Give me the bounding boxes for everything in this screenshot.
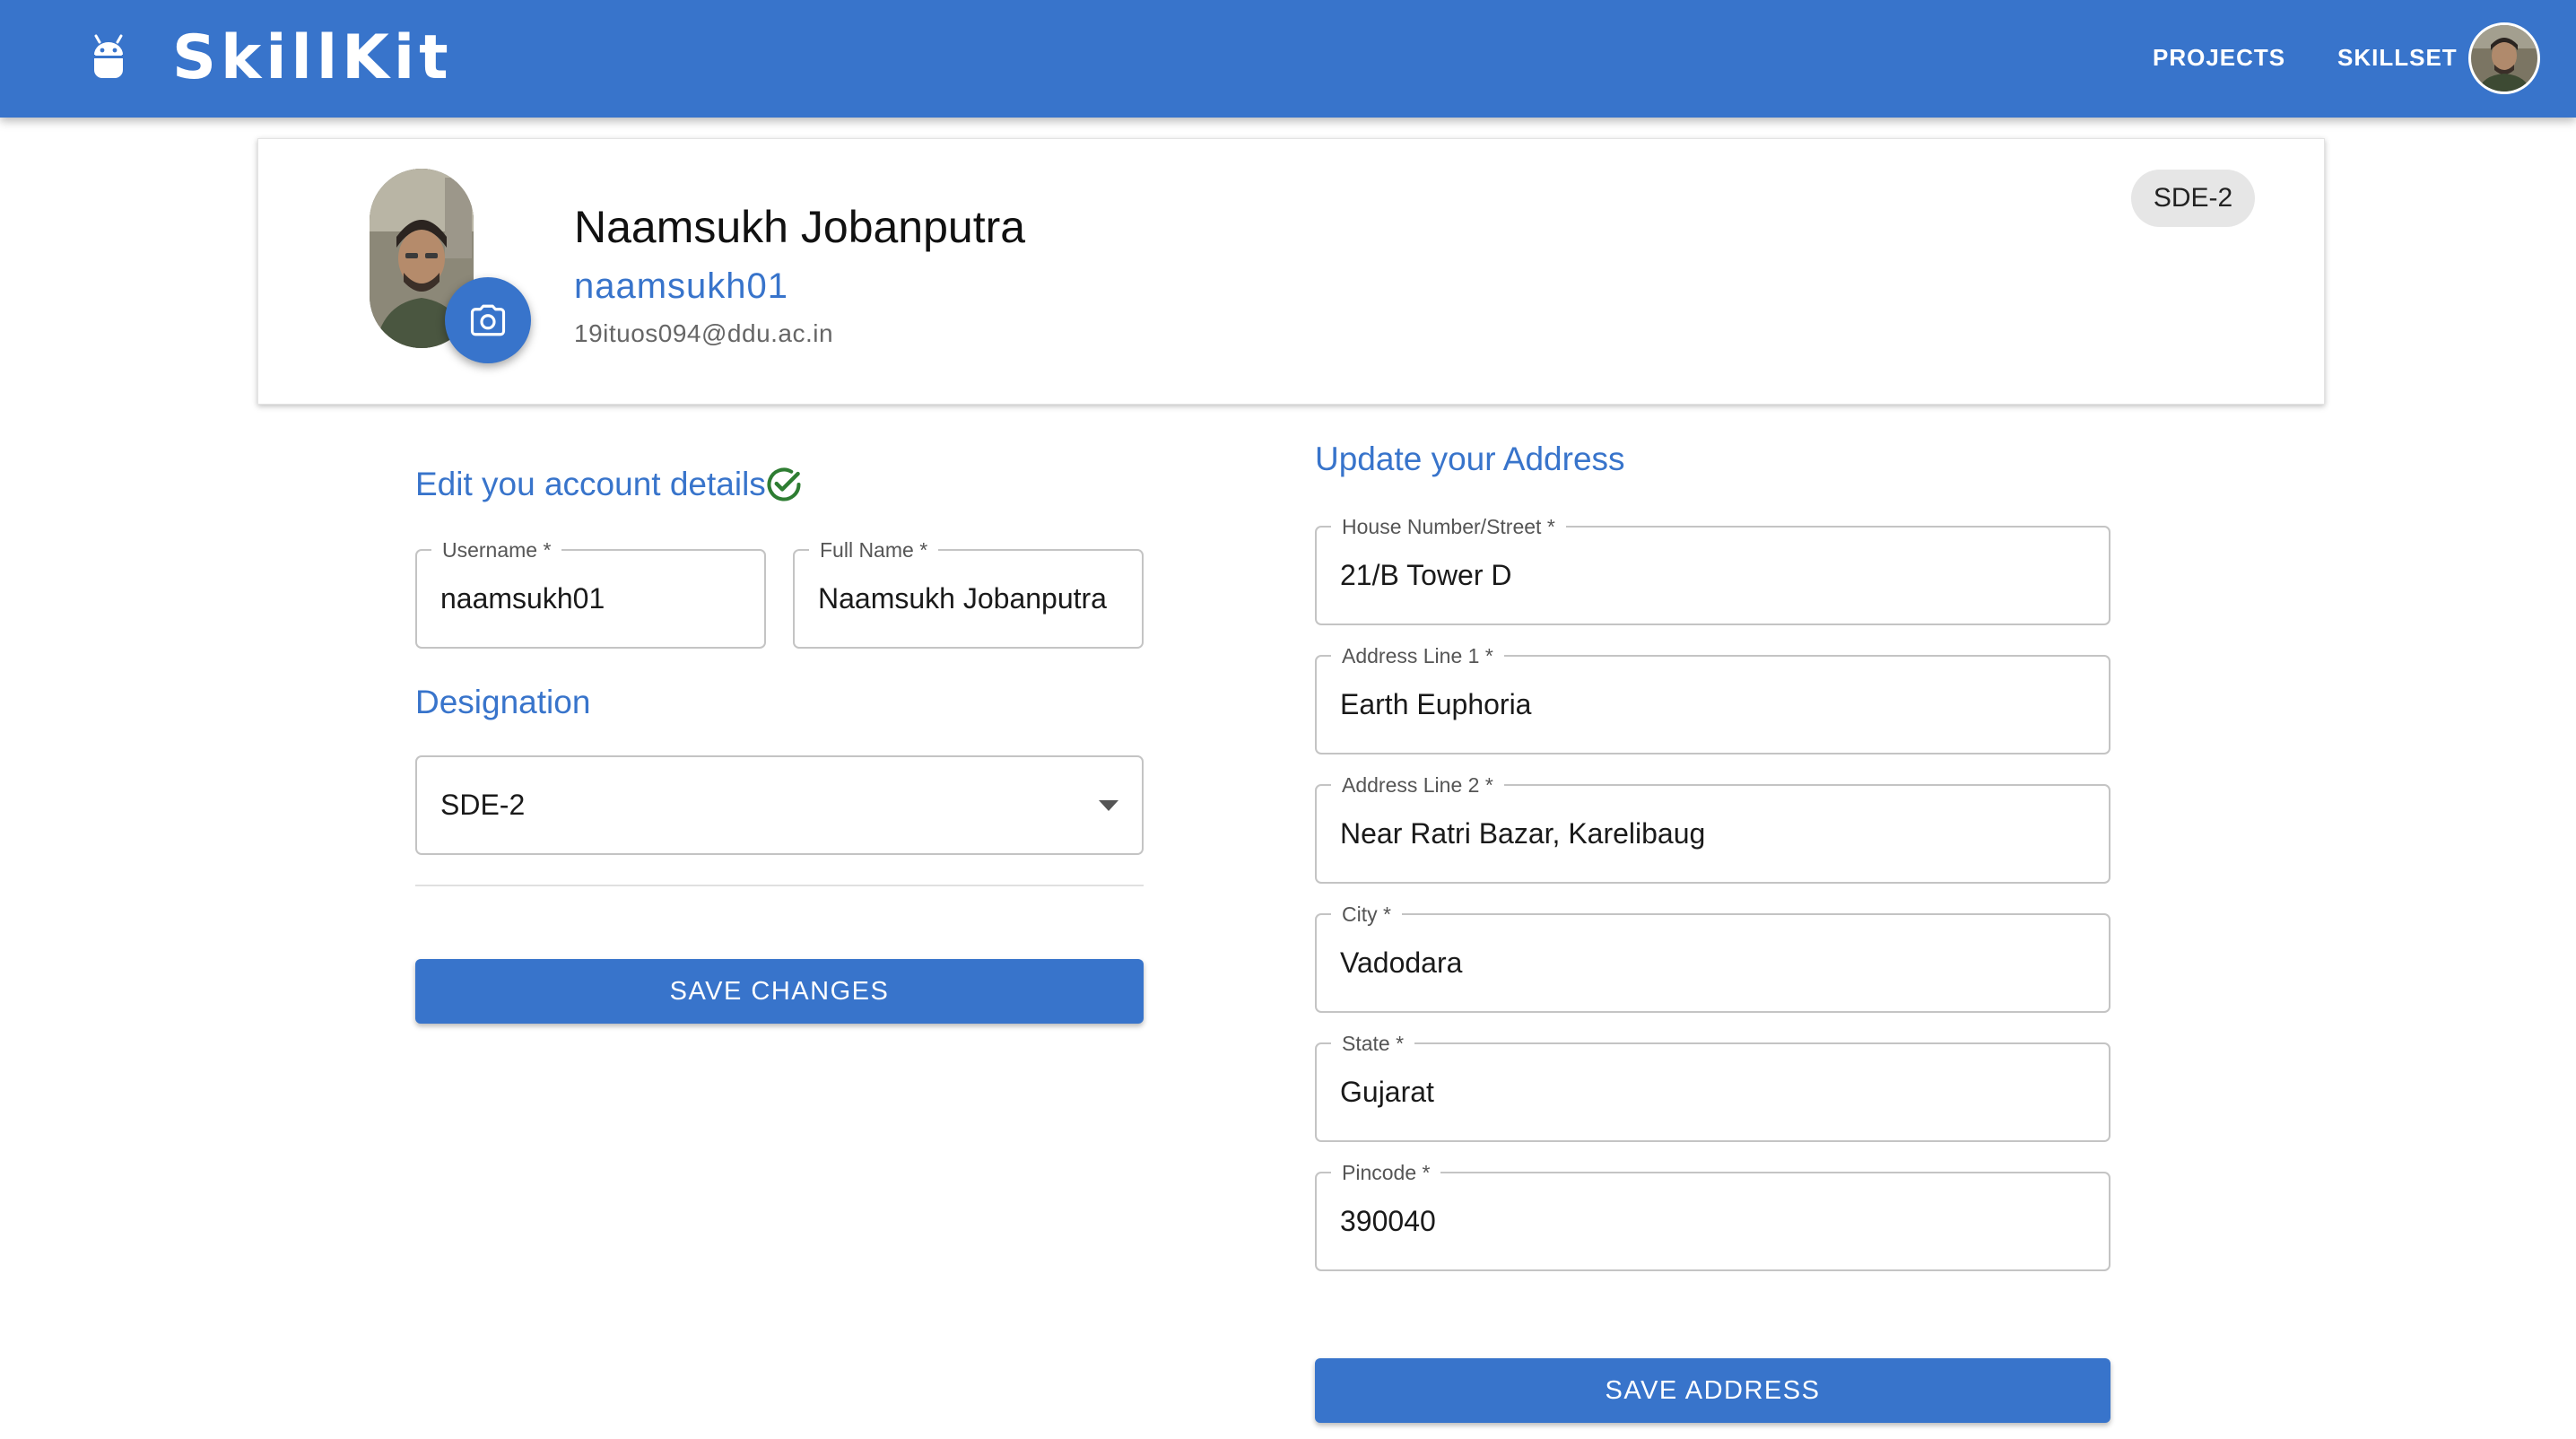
nav-skillset-link[interactable]: SKILLSET bbox=[2337, 42, 2458, 73]
avatar-photo bbox=[2471, 25, 2537, 92]
fullname-value[interactable]: Naamsukh Jobanputra bbox=[818, 551, 1107, 647]
address-line2-value[interactable]: Near Ratri Bazar, Karelibaug bbox=[1340, 786, 1705, 882]
designation-chip: SDE-2 bbox=[2131, 170, 2255, 227]
address-line2-field[interactable]: Address Line 2 * Near Ratri Bazar, Karel… bbox=[1315, 772, 2110, 884]
brand-name[interactable]: SkillKit bbox=[172, 23, 453, 93]
house-street-value[interactable]: 21/B Tower D bbox=[1340, 528, 1512, 624]
save-address-button[interactable]: SAVE ADDRESS bbox=[1315, 1358, 2110, 1423]
designation-value[interactable]: SDE-2 bbox=[440, 757, 525, 853]
address-line1-value[interactable]: Earth Euphoria bbox=[1340, 657, 1531, 753]
fullname-field[interactable]: Full Name * Naamsukh Jobanputra bbox=[793, 537, 1144, 649]
house-street-field[interactable]: House Number/Street * 21/B Tower D bbox=[1315, 514, 2110, 625]
pincode-field[interactable]: Pincode * 390040 bbox=[1315, 1160, 2110, 1271]
designation-select[interactable]: SDE-2 bbox=[415, 755, 1144, 855]
profile-email: 19ituos094@ddu.ac.in bbox=[574, 319, 834, 347]
address-line1-field[interactable]: Address Line 1 * Earth Euphoria bbox=[1315, 643, 2110, 754]
nav-projects-link[interactable]: PROJECTS bbox=[2153, 42, 2285, 73]
username-value[interactable]: naamsukh01 bbox=[440, 551, 605, 647]
dropdown-arrow-icon[interactable] bbox=[1099, 799, 1118, 811]
state-value[interactable]: Gujarat bbox=[1340, 1044, 1434, 1140]
designation-title: Designation bbox=[415, 684, 591, 720]
city-value[interactable]: Vadodara bbox=[1340, 915, 1462, 1011]
change-photo-button[interactable] bbox=[445, 277, 531, 363]
profile-name: Naamsukh Jobanputra bbox=[574, 202, 1026, 252]
camera-icon bbox=[470, 304, 506, 336]
check-circle-icon bbox=[767, 467, 801, 501]
state-field[interactable]: State * Gujarat bbox=[1315, 1031, 2110, 1142]
profile-card: Naamsukh Jobanputra naamsukh01 19ituos09… bbox=[257, 138, 2325, 405]
address-section-title: Update your Address bbox=[1315, 440, 1625, 477]
city-field[interactable]: City * Vadodara bbox=[1315, 902, 2110, 1013]
username-field[interactable]: Username * naamsukh01 bbox=[415, 537, 766, 649]
app-bar: SkillKit PROJECTS SKILLSET bbox=[0, 0, 2576, 118]
divider bbox=[415, 885, 1144, 886]
account-section-title: Edit you account details bbox=[415, 466, 766, 502]
user-avatar[interactable] bbox=[2468, 22, 2540, 94]
android-icon bbox=[94, 34, 123, 78]
save-changes-button[interactable]: SAVE CHANGES bbox=[415, 959, 1144, 1024]
pincode-value[interactable]: 390040 bbox=[1340, 1173, 1436, 1269]
profile-username: naamsukh01 bbox=[574, 266, 789, 306]
